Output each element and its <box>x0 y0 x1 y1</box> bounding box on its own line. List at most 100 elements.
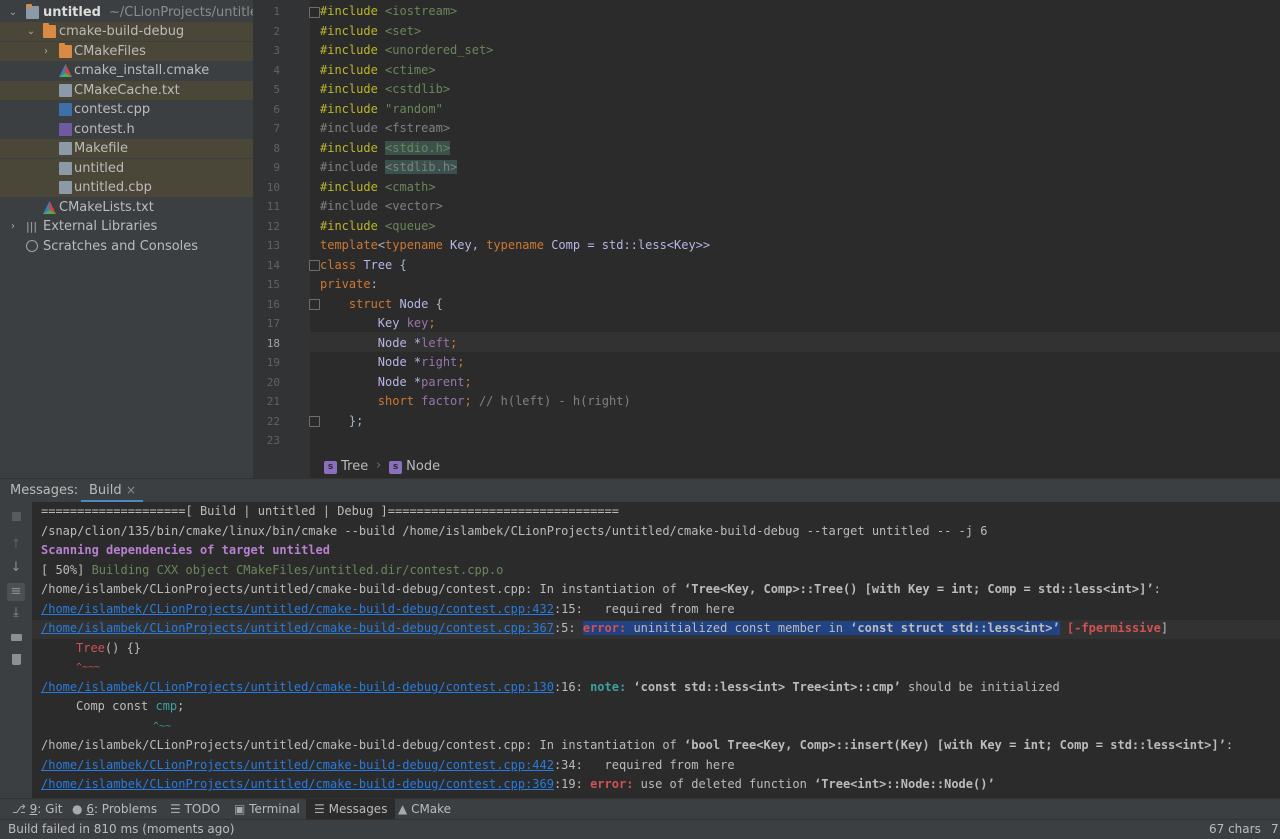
tree-item-label: CMakeFiles <box>74 44 146 59</box>
line-number: 10 <box>266 181 280 194</box>
breadcrumb-separator: › <box>376 458 382 473</box>
arrow-down-icon[interactable]: ↓ <box>9 561 23 575</box>
cmake-icon: ▲ <box>398 802 408 816</box>
tool-button-terminal[interactable]: ▣ Terminal <box>234 801 300 818</box>
output-line: /home/islambek/CLionProjects/untitled/cm… <box>41 602 735 616</box>
source-link[interactable]: /home/islambek/CLionProjects/untitled/cm… <box>41 758 554 772</box>
chevron-down-icon[interactable]: ⌄ <box>26 22 36 41</box>
tree-item-untitled-binary[interactable]: untitled <box>0 159 253 178</box>
library-icon: ||| <box>26 220 38 233</box>
tree-item-untitled-cbp[interactable]: untitled.cbp <box>0 178 253 197</box>
tool-button-todo[interactable]: ☰ TODO <box>170 801 220 818</box>
tool-button-problems[interactable]: ● 6: Problems <box>72 801 157 818</box>
folder-icon <box>43 23 56 38</box>
tree-item-cmake-build-debug[interactable]: ⌄ cmake-build-debug <box>0 22 253 41</box>
line-number: 1 <box>273 5 280 18</box>
output-line: ====================[ Build | untitled |… <box>41 504 619 518</box>
status-extra[interactable]: 7 <box>1271 822 1279 836</box>
output-line-error: /home/islambek/CLionProjects/untitled/cm… <box>41 777 995 791</box>
line-number: 11 <box>266 200 280 213</box>
tree-item-cmake-install[interactable]: cmake_install.cmake <box>0 61 253 80</box>
fold-marker-icon[interactable] <box>309 416 320 427</box>
messages-icon: ☰ <box>314 802 325 816</box>
tree-item-cmakefiles[interactable]: › CMakeFiles <box>0 42 253 61</box>
folder-icon <box>26 4 39 19</box>
tree-item-cmakelists[interactable]: CMakeLists.txt <box>0 198 253 217</box>
scroll-to-end-icon[interactable]: ⤓ <box>9 606 23 620</box>
source-link[interactable]: /home/islambek/CLionProjects/untitled/cm… <box>41 777 554 791</box>
list-icon: ☰ <box>170 802 181 816</box>
code-line: #include <unordered_set> <box>320 43 494 57</box>
tool-window-bar: ⎇ 9: Git ● 6: Problems ☰ TODO ▣ Terminal… <box>0 798 1280 820</box>
file-icon <box>59 162 72 175</box>
tree-item-root[interactable]: ⌄ untitled ~/CLionProjects/untitled <box>0 3 253 22</box>
chevron-right-icon[interactable]: › <box>8 217 18 236</box>
code-line: #include <set> <box>320 24 422 38</box>
messages-header: Messages: Build × <box>0 478 1280 503</box>
code-line: #include <fstream> <box>320 121 451 135</box>
tree-item-contest-h[interactable]: contest.h <box>0 120 253 139</box>
line-number: 15 <box>266 278 280 291</box>
struct-icon: s <box>389 461 402 474</box>
tree-item-cmakecache[interactable]: CMakeCache.txt <box>0 81 253 100</box>
code-line: Node *right; <box>320 355 465 369</box>
line-number: 6 <box>273 103 280 116</box>
header-file-icon <box>59 123 72 136</box>
tree-item-label: Scratches and Consoles <box>43 239 199 254</box>
stop-icon[interactable] <box>9 510 23 524</box>
terminal-icon: ▣ <box>234 802 246 816</box>
tree-item-label: contest.cpp <box>74 102 151 117</box>
arrow-up-icon[interactable]: ↑ <box>9 538 23 552</box>
source-link[interactable]: /home/islambek/CLionProjects/untitled/cm… <box>41 621 554 635</box>
chevron-down-icon[interactable]: ⌄ <box>8 3 18 22</box>
code-line: Key key; <box>320 316 436 330</box>
tool-button-cmake[interactable]: ▲ CMake <box>398 801 451 818</box>
file-icon <box>59 181 72 194</box>
tree-item-external-libraries[interactable]: › ||| External Libraries <box>0 217 253 236</box>
tool-button-messages[interactable]: ☰ Messages <box>306 799 396 820</box>
code-line: #include <cstdlib> <box>320 82 451 96</box>
line-number: 9 <box>273 161 280 174</box>
line-number: 20 <box>266 376 280 389</box>
output-line: [ 50%] Building CXX object CMakeFiles/un… <box>41 563 504 577</box>
line-number-current: 18 <box>266 337 280 350</box>
tree-item-label: CMakeCache.txt <box>74 83 180 98</box>
tree-item-label: Makefile <box>74 141 129 156</box>
text-file-icon <box>59 84 72 97</box>
source-link[interactable]: /home/islambek/CLionProjects/untitled/cm… <box>41 680 554 694</box>
line-number: 7 <box>273 122 280 135</box>
soft-wrap-icon[interactable]: ≡ <box>7 583 25 601</box>
tab-build[interactable]: Build × <box>81 479 143 503</box>
breadcrumb-item-tree[interactable]: s Tree <box>324 459 368 474</box>
messages-toolbar: ↑ ↓ ≡ ⤓ <box>0 502 32 798</box>
code-line: private: <box>320 277 378 291</box>
trash-icon[interactable] <box>9 652 23 666</box>
tool-button-git[interactable]: ⎇ 9: Git <box>12 801 63 818</box>
tree-item-label: cmake-build-debug <box>59 24 185 39</box>
output-line: /home/islambek/CLionProjects/untitled/cm… <box>41 758 735 772</box>
line-number: 19 <box>266 356 280 369</box>
breadcrumb-item-node[interactable]: s Node <box>389 459 440 474</box>
tree-item-contest-cpp[interactable]: contest.cpp <box>0 100 253 119</box>
tree-item-makefile[interactable]: Makefile <box>0 139 253 158</box>
tree-item-scratches[interactable]: Scratches and Consoles <box>0 237 253 256</box>
fold-marker-icon[interactable] <box>309 7 320 18</box>
source-link[interactable]: /home/islambek/CLionProjects/untitled/cm… <box>41 602 554 616</box>
print-icon[interactable] <box>9 630 23 644</box>
line-number: 3 <box>273 44 280 57</box>
status-message[interactable]: Build failed in 810 ms (moments ago) <box>8 822 234 836</box>
char-count[interactable]: 67 chars <box>1209 822 1261 836</box>
cpp-file-icon <box>59 103 72 116</box>
root-label: untitled <box>43 5 101 20</box>
code-line: Node *parent; <box>320 375 472 389</box>
project-tree: ⌄ untitled ~/CLionProjects/untitled ⌄ cma… <box>0 0 253 478</box>
fold-marker-icon[interactable] <box>309 260 320 271</box>
line-number: 5 <box>273 83 280 96</box>
close-icon[interactable]: × <box>126 483 136 497</box>
fold-marker-icon[interactable] <box>309 299 320 310</box>
git-icon: ⎇ <box>12 802 26 816</box>
scratches-icon <box>26 240 38 252</box>
root-path: ~/CLionProjects/untitled <box>108 5 253 20</box>
output-line: Tree() {} <box>76 641 142 655</box>
chevron-right-icon[interactable]: › <box>41 42 51 61</box>
